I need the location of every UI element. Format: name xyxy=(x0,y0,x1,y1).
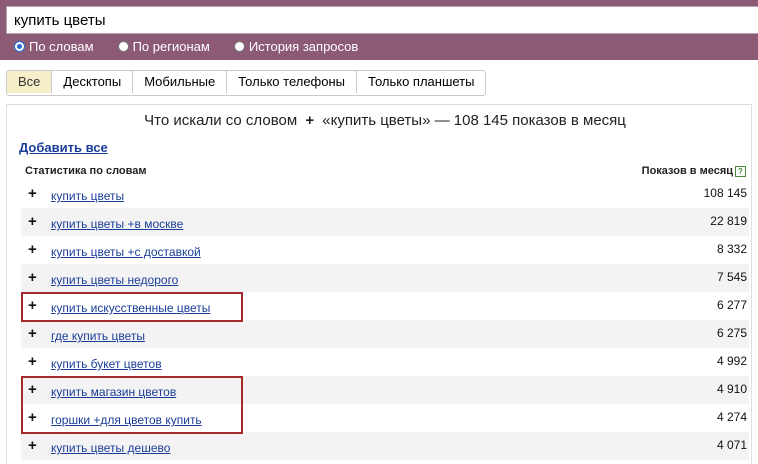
radio-unchecked-icon[interactable] xyxy=(117,40,129,52)
results-heading: Что искали со словом + «купить цветы» — … xyxy=(0,112,758,129)
table-row: + купить цветы 108 145 xyxy=(21,180,749,208)
phrase-link[interactable]: где купить цветы xyxy=(51,329,145,343)
impressions-count: 4 910 xyxy=(716,382,747,396)
plus-icon[interactable]: + xyxy=(28,269,37,286)
plus-icon[interactable]: + xyxy=(28,185,37,202)
column-header-words: Статистика по словам xyxy=(25,165,147,177)
highlight-box xyxy=(21,376,243,434)
phrase-link[interactable]: купить букет цветов xyxy=(51,357,162,371)
radio-label: По словам xyxy=(29,38,94,54)
impressions-count: 4 071 xyxy=(716,438,747,452)
search-bar: По словам По регионам История запросов xyxy=(0,0,758,60)
phrase-link[interactable]: купить цветы xyxy=(51,189,124,203)
radio-by-regions[interactable]: По регионам xyxy=(117,38,210,54)
search-input[interactable] xyxy=(6,6,758,34)
table-row: + купить цветы дешево 4 071 xyxy=(21,432,749,460)
radio-by-words[interactable]: По словам xyxy=(14,39,94,54)
impressions-count: 4 274 xyxy=(716,410,747,424)
impressions-count: 7 545 xyxy=(716,270,747,284)
tab-phones-only[interactable]: Только телефоны xyxy=(227,71,358,93)
radio-checked-icon[interactable] xyxy=(14,40,25,52)
plus-icon[interactable]: + xyxy=(28,325,37,342)
impressions-count: 22 819 xyxy=(710,214,747,228)
impressions-count: 6 277 xyxy=(716,298,747,312)
device-tabs: Все Десктопы Мобильные Только телефоны Т… xyxy=(6,70,487,96)
table-row: + купить цветы +в москве 22 819 xyxy=(21,208,749,236)
impressions-count: 8 332 xyxy=(716,242,747,256)
phrase-link[interactable]: купить цветы недорого xyxy=(51,273,178,287)
tab-all[interactable]: Все xyxy=(7,71,53,93)
help-icon[interactable]: ? xyxy=(735,165,746,177)
table-row: + купить цветы +с доставкой 8 332 xyxy=(21,236,749,264)
highlight-box xyxy=(21,292,243,322)
add-all-link[interactable]: Добавить все xyxy=(19,140,108,155)
radio-label: История запросов xyxy=(248,38,359,54)
column-header-label: Показов в месяц xyxy=(641,165,733,177)
tab-tablets-only[interactable]: Только планшеты xyxy=(357,71,486,93)
tab-desktops[interactable]: Десктопы xyxy=(52,71,134,93)
plus-icon[interactable]: + xyxy=(28,213,37,230)
plus-icon: + xyxy=(305,112,315,129)
table-row: + где купить цветы 6 275 xyxy=(21,320,749,348)
phrase-link[interactable]: купить цветы дешево xyxy=(51,441,170,455)
column-header-impressions: Показов в месяц ? xyxy=(642,165,746,177)
plus-icon[interactable]: + xyxy=(28,353,37,370)
radio-label: По регионам xyxy=(132,38,210,54)
search-mode-group: По словам По регионам История запросов xyxy=(14,36,382,56)
table-row: + купить цветы недорого 7 545 xyxy=(21,264,749,292)
impressions-count: 108 145 xyxy=(703,186,747,200)
plus-icon[interactable]: + xyxy=(28,437,37,454)
impressions-count: 6 275 xyxy=(716,326,747,340)
impressions-count: 4 992 xyxy=(716,354,747,368)
phrase-link[interactable]: купить цветы +с доставкой xyxy=(51,245,201,259)
tab-mobile[interactable]: Мобильные xyxy=(133,71,228,93)
table-row: + купить букет цветов 4 992 xyxy=(21,348,749,376)
heading-suffix: «купить цветы» — 108 145 показов в месяц xyxy=(322,112,626,129)
radio-query-history[interactable]: История запросов xyxy=(233,38,359,54)
heading-prefix: Что искали со словом xyxy=(144,112,298,129)
phrase-link[interactable]: купить цветы +в москве xyxy=(51,217,183,231)
plus-icon[interactable]: + xyxy=(28,241,37,258)
radio-unchecked-icon[interactable] xyxy=(233,40,245,52)
